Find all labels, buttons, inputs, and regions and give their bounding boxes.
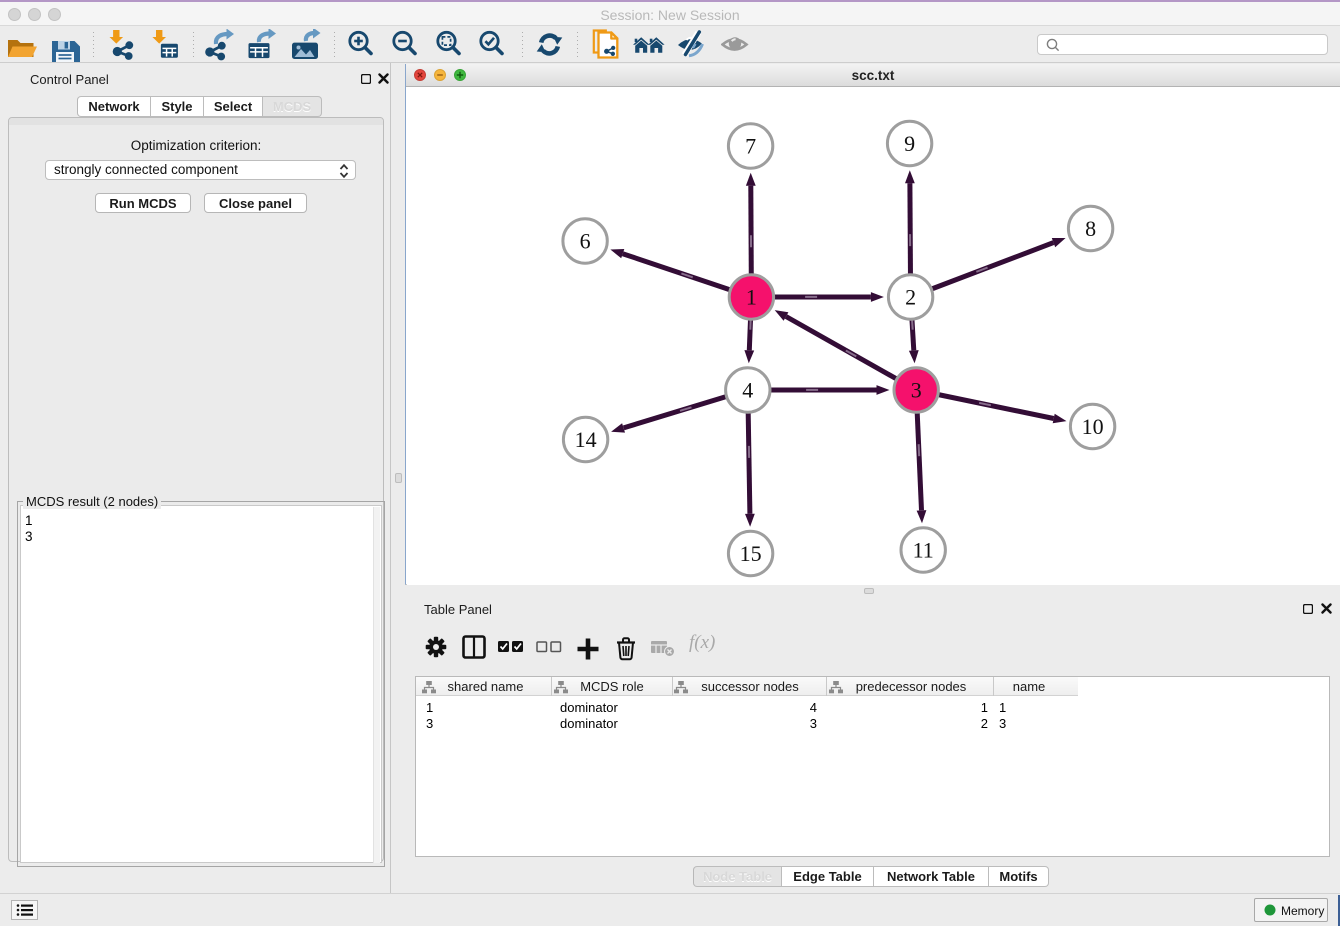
svg-text:9: 9 bbox=[904, 131, 915, 156]
svg-text:11: 11 bbox=[913, 538, 934, 563]
svg-text:3: 3 bbox=[911, 378, 922, 403]
svg-text:10: 10 bbox=[1082, 414, 1104, 439]
svg-text:15: 15 bbox=[740, 541, 762, 566]
svg-text:14: 14 bbox=[575, 427, 597, 452]
svg-text:2: 2 bbox=[905, 285, 916, 310]
svg-text:7: 7 bbox=[745, 134, 756, 159]
svg-text:4: 4 bbox=[742, 378, 753, 403]
svg-text:8: 8 bbox=[1085, 216, 1096, 241]
svg-text:6: 6 bbox=[580, 229, 591, 254]
svg-text:1: 1 bbox=[746, 285, 757, 310]
